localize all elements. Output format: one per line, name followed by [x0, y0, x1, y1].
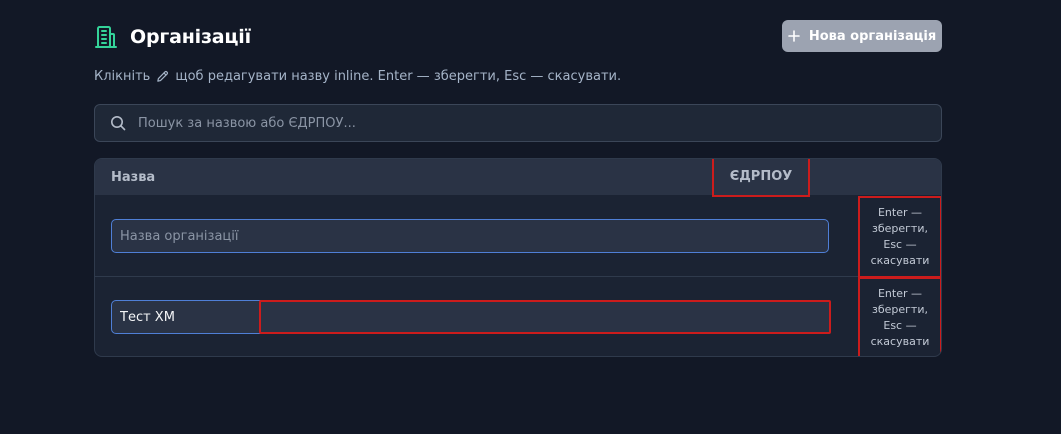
column-header-edrpou: ЄДРПОУ — [712, 159, 810, 197]
building-icon — [94, 25, 118, 49]
table-row: Enter — зберегти, Esc — скасувати — [95, 277, 941, 356]
page-header: Організації Нова організація — [94, 20, 942, 52]
search-icon — [110, 115, 126, 131]
search-input[interactable] — [136, 114, 900, 132]
page-title-group: Організації — [94, 24, 251, 50]
table-header: Назва ЄДРПОУ — [95, 159, 941, 197]
new-organization-label: Нова організація — [808, 28, 937, 44]
edit-hint-after: щоб редагувати назву inline. Enter — збе… — [175, 69, 622, 84]
organizations-table: Назва ЄДРПОУ Enter — зберегти, Esc — ска… — [94, 158, 942, 357]
plus-icon — [788, 30, 800, 42]
edit-hint: Клікніть щоб редагувати назву inline. En… — [94, 69, 621, 84]
page-title: Організації — [130, 26, 251, 48]
pencil-icon — [156, 70, 169, 83]
search-bar — [94, 104, 942, 142]
table-row-new: Enter — зберегти, Esc — скасувати — [95, 196, 941, 278]
edrpou-input[interactable] — [259, 300, 831, 334]
row-action-hint: Enter — зберегти, Esc — скасувати — [858, 196, 941, 278]
new-organization-button[interactable]: Нова організація — [782, 20, 942, 52]
edit-hint-before: Клікніть — [94, 69, 151, 84]
row-action-hint: Enter — зберегти, Esc — скасувати — [858, 277, 941, 356]
column-header-name: Назва — [111, 170, 156, 185]
organization-name-input[interactable] — [111, 219, 829, 253]
